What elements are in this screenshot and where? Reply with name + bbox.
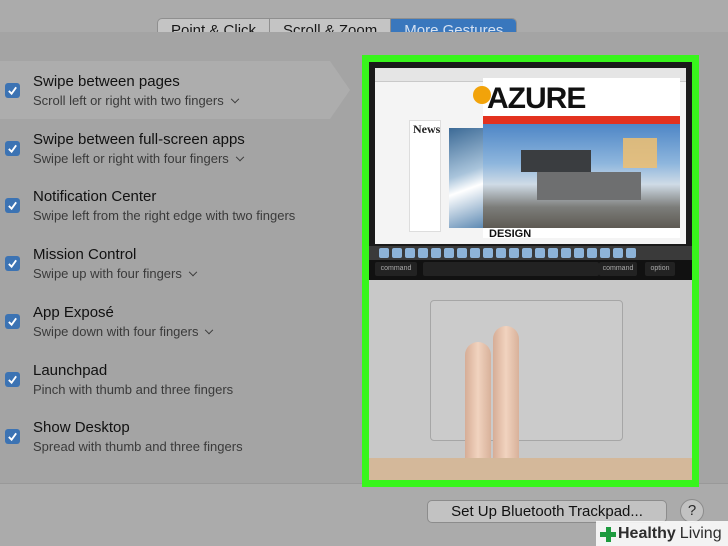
gesture-checkbox[interactable]: [5, 83, 20, 98]
dock-icon: [600, 248, 610, 258]
checkmark-icon: [8, 86, 17, 96]
checkmark-icon: [8, 375, 17, 385]
key-option: option: [645, 262, 675, 276]
help-button[interactable]: ?: [680, 499, 704, 523]
selected-row-highlight: [0, 61, 350, 119]
preview-laptop-edge: [369, 458, 692, 480]
dock-icon: [457, 248, 467, 258]
preview-azure-title: AZURE: [487, 82, 586, 115]
gesture-subtitle: Swipe down with four fingers: [33, 324, 199, 339]
gesture-title: Mission Control: [33, 246, 137, 263]
checkmark-icon: [8, 144, 17, 154]
building-block-bottom: [537, 172, 641, 200]
preview-trackpad: [430, 300, 623, 441]
gesture-option-dropdown[interactable]: Scroll left or right with two fingers: [33, 93, 239, 108]
dock-icon: [444, 248, 454, 258]
dock-icon: [483, 248, 493, 258]
checkmark-icon: [8, 432, 17, 442]
building-block-top: [521, 150, 591, 172]
setup-bluetooth-trackpad-button[interactable]: Set Up Bluetooth Trackpad...: [427, 500, 667, 523]
preview-azure-nav: [483, 116, 680, 124]
gesture-option-dropdown[interactable]: Swipe up with four fingers: [33, 266, 198, 281]
key-command-left: command: [375, 262, 417, 276]
key-command-right: command: [599, 262, 637, 276]
gesture-subtitle: Swipe left from the right edge with two …: [33, 208, 296, 223]
dock-icon: [470, 248, 480, 258]
gesture-option-dropdown[interactable]: Swipe left or right with four fingers: [33, 151, 245, 166]
gesture-option-dropdown[interactable]: Swipe down with four fingers: [33, 324, 214, 339]
dock-icon: [561, 248, 571, 258]
gesture-checkbox[interactable]: [5, 141, 20, 156]
dock-icon: [392, 248, 402, 258]
gesture-title: Notification Center: [33, 188, 157, 205]
healthy-living-watermark: Healthy Living: [596, 521, 728, 546]
gesture-checkbox[interactable]: [5, 256, 20, 271]
preview-keyboard-row: command command option: [369, 260, 692, 280]
preview-dock: [369, 246, 692, 260]
gesture-subtitle: Swipe left or right with four fingers: [33, 151, 229, 166]
chevron-down-icon: [188, 267, 198, 277]
dock-icon: [626, 248, 636, 258]
chevron-down-icon: [205, 325, 214, 335]
dock-icon: [574, 248, 584, 258]
dock-icon: [509, 248, 519, 258]
dock-icon: [418, 248, 428, 258]
dock-icon: [613, 248, 623, 258]
dock-icon: [548, 248, 558, 258]
preview-laptop-screen: News AZURE DESIGN command command option: [369, 62, 692, 280]
chevron-down-icon: [235, 152, 245, 162]
checkmark-icon: [8, 201, 17, 211]
plus-logo-icon: [600, 526, 616, 542]
gesture-description: Swipe left from the right edge with two …: [33, 208, 295, 223]
gesture-title: Show Desktop: [33, 419, 130, 436]
checkmark-icon: [8, 259, 17, 269]
gesture-title: Swipe between full-screen apps: [33, 131, 245, 148]
gesture-description: Pinch with thumb and three fingers: [33, 382, 233, 397]
chevron-down-icon: [230, 94, 239, 104]
dock-icon: [522, 248, 532, 258]
building-window: [623, 138, 657, 168]
dock-icon: [535, 248, 545, 258]
dock-icon: [496, 248, 506, 258]
gesture-checkbox[interactable]: [5, 198, 20, 213]
gesture-title: Launchpad: [33, 362, 108, 379]
dock-icon: [431, 248, 441, 258]
gesture-preview: News AZURE DESIGN command command option: [362, 55, 699, 487]
preview-trackpad-area: [369, 280, 692, 480]
dock-icon: [405, 248, 415, 258]
preview-magazine-cover: [449, 128, 485, 228]
gesture-title: App Exposé: [33, 304, 114, 321]
gesture-description: Spread with thumb and three fingers: [33, 439, 243, 454]
preview-design-label: DESIGN: [489, 228, 532, 240]
gesture-checkbox[interactable]: [5, 429, 20, 444]
gesture-checkbox[interactable]: [5, 372, 20, 387]
gesture-checkbox[interactable]: [5, 314, 20, 329]
preview-news-label: News: [413, 122, 441, 136]
gesture-subtitle: Scroll left or right with two fingers: [33, 93, 224, 108]
preview-building-photo: [483, 124, 680, 228]
gesture-title: Swipe between pages: [33, 73, 180, 90]
dock-icon: [587, 248, 597, 258]
key-space: [423, 262, 599, 276]
gesture-subtitle: Pinch with thumb and three fingers: [33, 382, 234, 397]
dock-icon: [379, 248, 389, 258]
checkmark-icon: [8, 317, 17, 327]
preview-azure-page: AZURE DESIGN: [473, 78, 680, 240]
watermark-brand-2: Living: [679, 524, 722, 542]
gesture-subtitle: Swipe up with four fingers: [33, 266, 182, 281]
watermark-brand-1: Healthy: [618, 524, 676, 542]
gesture-subtitle: Spread with thumb and three fingers: [33, 439, 243, 454]
